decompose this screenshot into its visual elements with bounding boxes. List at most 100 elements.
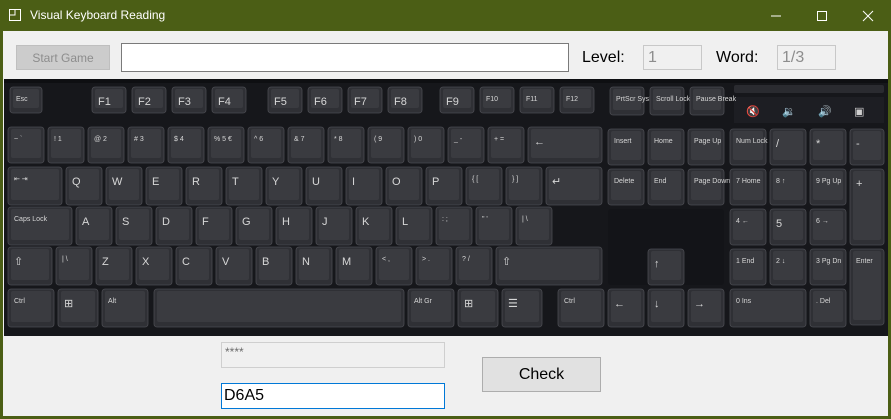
masked-word-field: ****: [221, 342, 445, 368]
key-p: P: [425, 166, 463, 206]
key-symbol: + =: [487, 126, 525, 164]
key-label: →: [694, 298, 705, 310]
key-label: Alt Gr: [414, 298, 433, 305]
key-symbol: ~ `: [7, 126, 45, 164]
key-label: ⇤ ⇥: [14, 176, 28, 183]
maximize-button[interactable]: [799, 0, 845, 31]
key-label: Alt: [108, 298, 116, 305]
word-display-input[interactable]: [121, 43, 569, 72]
key-label: W: [112, 176, 123, 188]
key-label: K: [362, 216, 370, 228]
key-f10: F10: [479, 86, 515, 114]
key-label: ⊞: [64, 298, 73, 310]
key-insert: Insert: [607, 128, 645, 166]
key-6: ^ 6: [247, 126, 285, 164]
key-label: 0 Ins: [736, 298, 752, 305]
key-symbol: > .: [415, 246, 453, 286]
key-6: 6 →: [809, 208, 847, 246]
key-label: Home: [654, 138, 673, 145]
key-ctrl: Ctrl: [7, 288, 55, 328]
key-label: 4 ←: [736, 218, 749, 225]
key-i: I: [345, 166, 383, 206]
key-label: ~ `: [14, 136, 22, 143]
key-label: F12: [566, 96, 578, 103]
key-symbol: -: [849, 128, 885, 166]
close-icon: [862, 10, 874, 21]
key-5: % 5 €: [207, 126, 245, 164]
key-label: ^ 6: [254, 136, 263, 143]
key-alt: Alt: [101, 288, 149, 328]
key-label: Scroll Lock: [656, 96, 691, 103]
key-9: ( 9: [367, 126, 405, 164]
key-symbol: | \: [515, 206, 553, 246]
key-label: Num Lock: [736, 138, 768, 145]
key-label: F4: [218, 96, 231, 108]
key-label: ↓: [654, 298, 660, 310]
key-v: V: [215, 246, 253, 286]
key-f5: F5: [267, 86, 303, 114]
key-symbol: →: [687, 288, 725, 328]
key-symbol: ⇧: [495, 246, 603, 286]
key-symbol: *: [809, 128, 847, 166]
key-label: 6 →: [816, 218, 829, 225]
title-bar[interactable]: Visual Keyboard Reading: [0, 0, 891, 31]
key-label: M: [342, 256, 351, 268]
key-label: Ctrl: [14, 298, 25, 305]
key-c: C: [175, 246, 213, 286]
key-label: +: [856, 178, 862, 190]
key-label: L: [402, 216, 408, 228]
key-label: 3 Pg Dn: [816, 258, 841, 265]
key-0: ) 0: [407, 126, 445, 164]
key-symbol: ⊞: [57, 288, 99, 328]
close-button[interactable]: [845, 0, 891, 31]
key-space: [153, 288, 405, 328]
key-label: F7: [354, 96, 367, 108]
key-label: ↵: [552, 176, 561, 188]
answer-input[interactable]: D6A5: [221, 383, 445, 409]
key-d: D: [155, 206, 193, 246]
key-f9: F9: [439, 86, 475, 114]
minimize-button[interactable]: [753, 0, 799, 31]
key-label: Caps Lock: [14, 216, 48, 223]
key-label: 9 Pg Up: [816, 178, 841, 185]
key-esc: Esc: [9, 86, 43, 114]
key-1-end: 1 End: [729, 248, 767, 286]
key-label: | \: [522, 216, 528, 223]
key-symbol: ☰: [501, 288, 543, 328]
key-label: V: [222, 256, 230, 268]
key-symbol: | \: [55, 246, 93, 286]
key-label: P: [432, 176, 439, 188]
key-label: I: [352, 176, 355, 188]
key-alt-gr: Alt Gr: [407, 288, 455, 328]
key-label: * 8: [334, 136, 343, 143]
key-end: End: [647, 168, 685, 206]
key-f1: F1: [91, 86, 127, 114]
key-label: ⇧: [502, 256, 511, 268]
key-label: ! 1: [54, 136, 62, 143]
check-button[interactable]: Check: [482, 357, 601, 392]
key-label: U: [312, 176, 320, 188]
key-label: ←: [534, 136, 545, 148]
key-q: Q: [65, 166, 103, 206]
key-symbol: " ': [475, 206, 513, 246]
key-label: 8 ↑: [776, 178, 785, 185]
key-label: | \: [62, 256, 68, 263]
maximize-icon: [817, 10, 827, 21]
key-label: : ;: [442, 216, 448, 223]
mute-icon: 🔇: [746, 105, 760, 118]
level-label: Level:: [582, 49, 625, 66]
key-label: X: [142, 256, 150, 268]
app-window: Visual Keyboard Reading Start Game Level…: [0, 0, 891, 419]
key-l: L: [395, 206, 433, 246]
key-label: F1: [98, 96, 111, 108]
volume-down-icon: 🔉: [782, 105, 796, 118]
key-n: N: [295, 246, 333, 286]
calculator-icon: ▣: [854, 105, 864, 118]
key-label: F10: [486, 96, 498, 103]
window-title: Visual Keyboard Reading: [30, 8, 166, 22]
key-f2: F2: [131, 86, 167, 114]
start-game-button[interactable]: Start Game: [16, 45, 110, 70]
key-label: ⇧: [14, 256, 23, 268]
key-label: _ -: [453, 136, 463, 143]
key-4: 4 ←: [729, 208, 767, 246]
